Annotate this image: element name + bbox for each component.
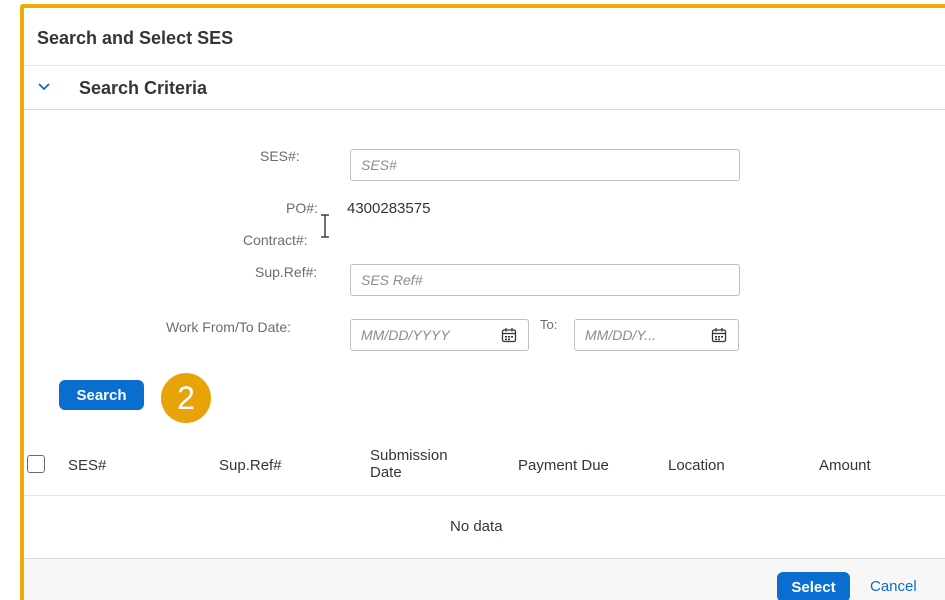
po-value: 4300283575 — [347, 200, 431, 217]
from-date-picker[interactable] — [350, 319, 529, 351]
supref-input[interactable] — [350, 264, 740, 296]
dialog-header: Search and Select SES — [24, 8, 945, 66]
select-button[interactable]: Select — [777, 572, 850, 600]
po-label: PO#: — [286, 200, 318, 216]
search-select-ses-dialog: Search and Select SES Search Criteria SE… — [20, 4, 945, 600]
search-criteria-header[interactable]: Search Criteria — [24, 66, 945, 110]
step-badge: 2 — [161, 373, 211, 423]
section-title: Search Criteria — [79, 78, 208, 98]
column-location[interactable]: Location — [668, 457, 725, 474]
from-date-input[interactable] — [351, 320, 496, 350]
no-data-row: No data — [24, 497, 945, 557]
dialog-footer: Select Cancel — [24, 558, 945, 600]
search-button[interactable]: Search — [59, 380, 144, 410]
calendar-icon[interactable] — [501, 327, 517, 343]
results-table-header: SES# Sup.Ref# Submission Date Payment Du… — [24, 438, 945, 496]
dialog-title: Search and Select SES — [37, 28, 234, 48]
contract-label: Contract#: — [243, 232, 308, 248]
column-supref[interactable]: Sup.Ref# — [219, 457, 282, 474]
chevron-down-icon[interactable] — [34, 76, 54, 96]
column-ses[interactable]: SES# — [68, 457, 106, 474]
no-data-text: No data — [450, 518, 503, 535]
supref-label: Sup.Ref#: — [255, 264, 318, 280]
ses-label: SES#: — [260, 148, 300, 164]
text-cursor-icon — [321, 214, 329, 238]
column-amount[interactable]: Amount — [819, 457, 871, 474]
cancel-button[interactable]: Cancel — [870, 578, 917, 595]
calendar-icon[interactable] — [711, 327, 727, 343]
column-submission-date[interactable]: Submission Date — [370, 447, 448, 481]
to-date-picker[interactable] — [574, 319, 739, 351]
to-date-input[interactable] — [575, 320, 705, 350]
select-all-checkbox[interactable] — [27, 455, 45, 473]
to-label: To: — [540, 317, 558, 332]
ses-input[interactable] — [350, 149, 740, 181]
column-payment-due[interactable]: Payment Due — [518, 457, 609, 474]
date-label: Work From/To Date: — [166, 319, 291, 335]
